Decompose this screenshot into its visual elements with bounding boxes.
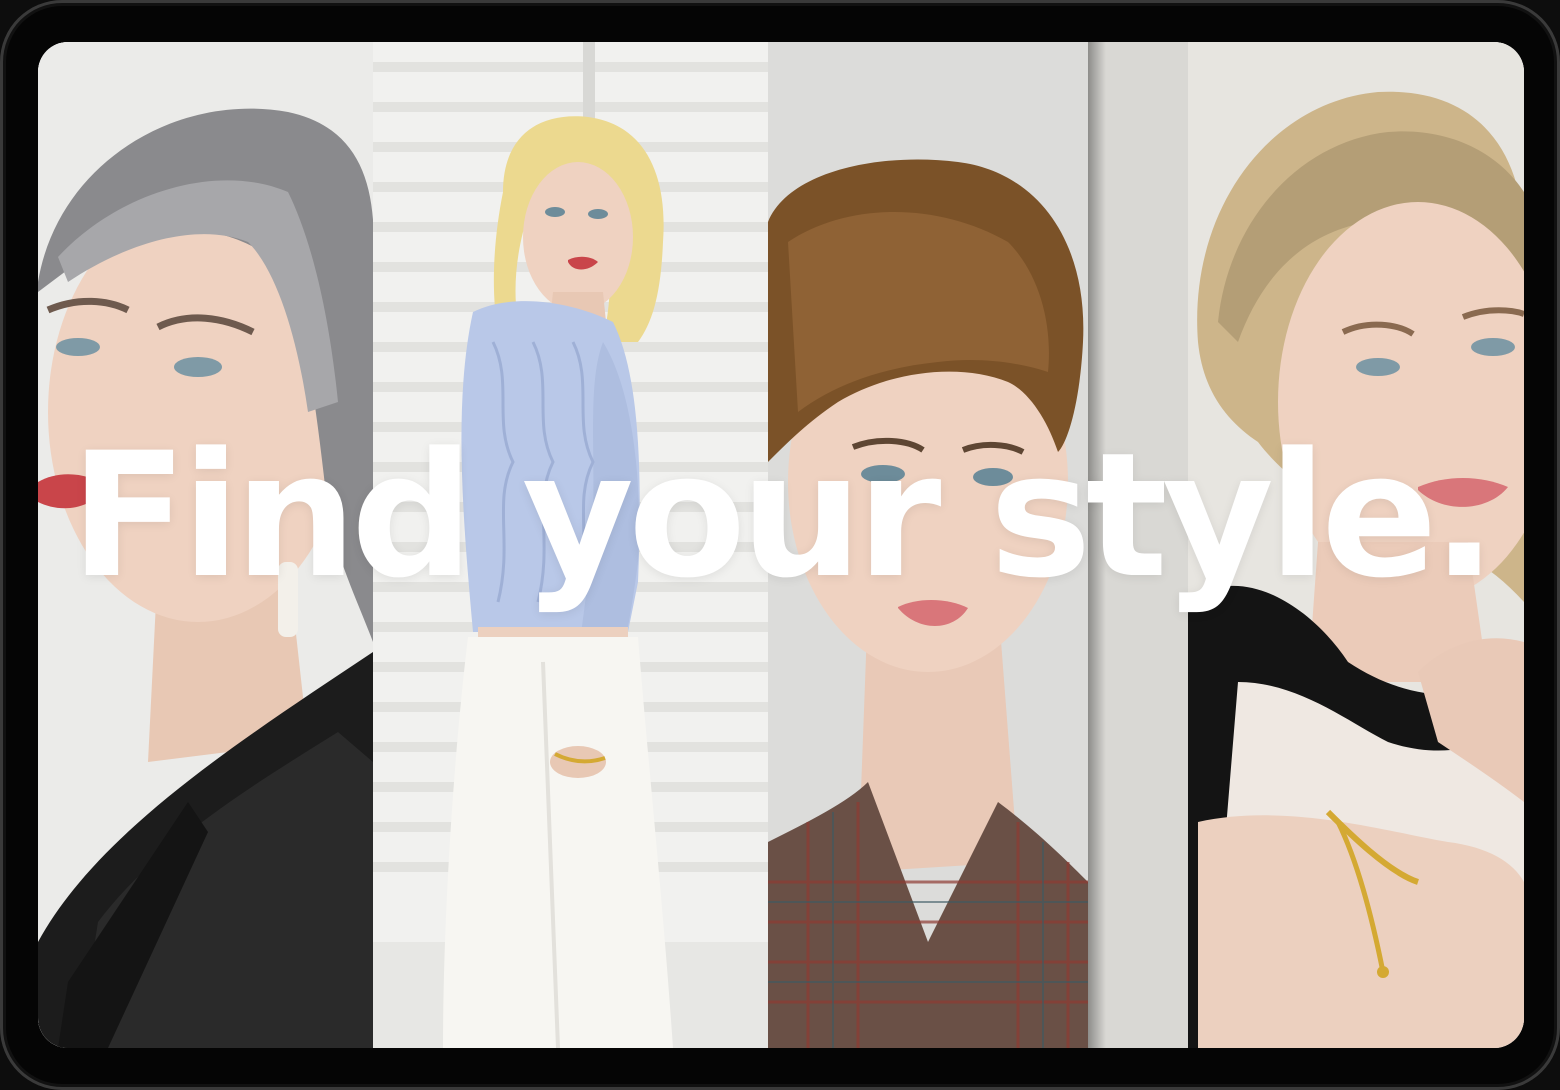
tablet-device: Find your style.	[0, 0, 1560, 1090]
tablet-screen: Find your style.	[38, 42, 1524, 1048]
hero-headline: Find your style.	[70, 415, 1497, 616]
